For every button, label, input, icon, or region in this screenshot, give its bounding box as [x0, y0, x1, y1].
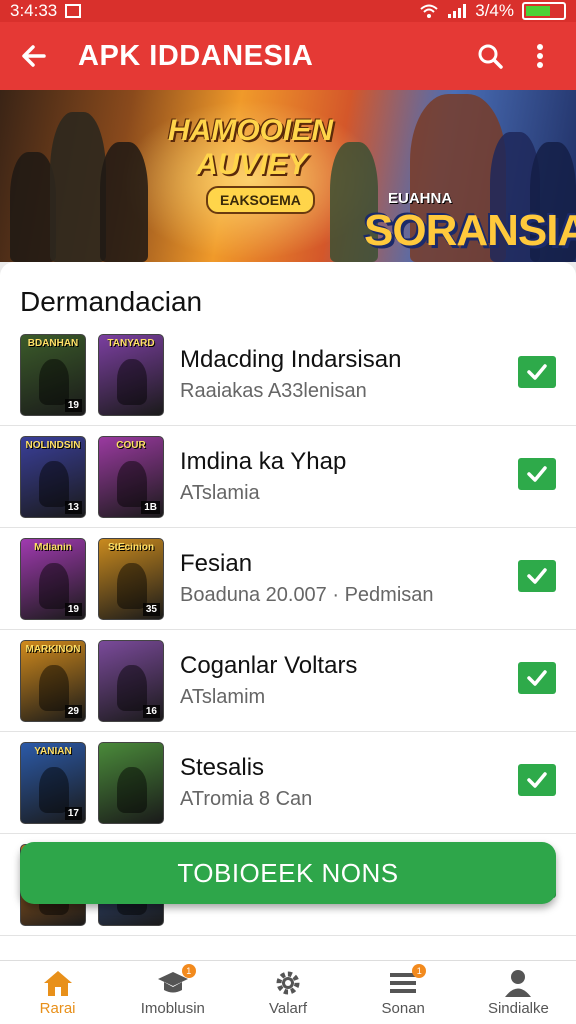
thumbnail-caption: YANIAN [34, 746, 72, 757]
checkbox[interactable] [518, 560, 556, 592]
app-thumbnail: BDANHAN 19 [20, 333, 86, 416]
nav-item-graduation-cap[interactable]: 1 Imoblusin [115, 961, 230, 1024]
list-icon: 1 [386, 964, 427, 998]
list-item[interactable]: NOLINDSIN 13 COUR 1B Imdina ka Yhap ATslamia [0, 426, 576, 528]
person-icon [501, 968, 535, 998]
item-info: Imdina ka Yhap ATslamia [180, 448, 576, 505]
checkbox[interactable] [518, 662, 556, 694]
wifi-icon [420, 4, 438, 18]
item-subtitle: ATslamim [180, 686, 266, 708]
nav-label: Imoblusin [140, 1000, 205, 1017]
item-info: Fesian Boaduna 20.007 · Pedmisan [180, 550, 576, 607]
arrow-left-icon [22, 45, 46, 67]
app-thumbnail [98, 741, 164, 824]
item-info: Mdacding Indarsisan Raaiakas A33lenisan [180, 346, 576, 403]
banner-brand: SORANSIA [364, 206, 576, 255]
checkbox[interactable] [518, 764, 556, 796]
checkbox[interactable] [518, 458, 556, 490]
home-icon [41, 968, 75, 998]
item-name: Imdina ka Yhap [180, 448, 347, 475]
list-item[interactable]: Mdianin 19 StEcinion 35 Fesian Boaduna 20.007… [0, 528, 576, 630]
more-vertical-icon [537, 44, 543, 68]
notification-icon [65, 4, 82, 18]
app-thumbnail: NOLINDSIN 13 [20, 435, 86, 518]
status-time: 3:4:33 [10, 1, 58, 20]
section-title: Dermandacian [20, 286, 203, 317]
list-item[interactable]: BDANHAN 19 TANYARD Mdacding Indarsisan Raaia… [0, 324, 576, 426]
app-thumbnail: COUR 1B [98, 435, 164, 518]
notification-badge: 1 [412, 964, 427, 978]
cta-button[interactable]: TOBIOEEK NONS [20, 842, 556, 904]
item-subtitle: Boaduna 20.007 · Pedmisan [180, 584, 434, 606]
banner-headline: HAMOOIEN [168, 114, 333, 147]
banner-tag: EAKSOEMA [206, 186, 315, 214]
back-button[interactable] [16, 38, 52, 74]
nav-item-gear[interactable]: Valarf [230, 961, 345, 1024]
list-item[interactable]: YANIAN 17 Stesalis ATromia 8 Can [0, 732, 576, 834]
search-button[interactable] [470, 36, 510, 76]
check-icon [527, 772, 547, 788]
item-subtitle: ATromia 8 Can [180, 788, 313, 810]
item-subtitle: ATslamia [180, 482, 260, 504]
thumbnail-number: 19 [64, 602, 82, 616]
list-item[interactable]: MARKINON 29 16 Coganlar Voltars ATslamim [0, 630, 576, 732]
item-name: Mdacding Indarsisan [180, 346, 402, 373]
battery-icon [522, 2, 566, 20]
thumbnail-caption: COUR [116, 440, 146, 451]
app-title: APK IDDANESIA [78, 39, 314, 72]
signal-icon [448, 4, 467, 18]
thumbnail-number: 16 [142, 704, 160, 718]
nav-item-list[interactable]: 1 Sonan [346, 961, 461, 1024]
item-subtitle: Raaiakas A33lenisan [180, 380, 367, 402]
battery-percent: 3/4% [475, 1, 514, 20]
search-icon [478, 44, 503, 69]
app-thumbnail: StEcinion 35 [98, 537, 164, 620]
thumbnail-caption: NOLINDSIN [25, 440, 81, 451]
app-bar: APK IDDANESIA [0, 22, 576, 90]
thumbnail-caption: Mdianin [34, 542, 72, 553]
nav-label: Sindialke [487, 1000, 549, 1017]
app-thumbnail: TANYARD [98, 333, 164, 416]
checkbox[interactable] [518, 356, 556, 388]
item-info: Stesalis ATromia 8 Can [180, 754, 576, 811]
status-bar: 3:4:33 3/4% [0, 0, 576, 22]
check-icon [527, 670, 547, 686]
check-icon [527, 364, 547, 380]
thumbnail-number: 29 [64, 704, 82, 718]
app-thumbnail: 16 [98, 639, 164, 722]
thumbnail-caption: StEcinion [107, 542, 155, 553]
thumbnail-number: 17 [64, 806, 82, 820]
app-thumbnail: Mdianin 19 [20, 537, 86, 620]
graduation-cap-icon: 1 [156, 964, 196, 998]
thumbnail-number: 1B [141, 500, 160, 514]
nav-label: Valarf [268, 1000, 308, 1017]
thumbnail-number: 19 [64, 398, 82, 412]
check-icon [527, 568, 547, 584]
promo-banner[interactable]: HAMOOIEN AUVIEY EAKSOEMA EUAHNA SORANSIA [0, 90, 576, 262]
item-info: Coganlar Voltars ATslamim [180, 652, 576, 709]
app-thumbnail: MARKINON 29 [20, 639, 86, 722]
banner-brand-top: EUAHNA [388, 190, 453, 207]
app-thumbnail: YANIAN 17 [20, 741, 86, 824]
thumbnail-caption: TANYARD [107, 338, 155, 349]
item-name: Fesian [180, 550, 253, 577]
banner-headline-2: AUVIEY [196, 148, 308, 181]
nav-item-person[interactable]: Sindialke [461, 961, 576, 1024]
nav-item-home[interactable]: Rarai [0, 961, 115, 1024]
gear-icon [271, 968, 305, 998]
bottom-nav: Rarai 1 Imoblusin Valarf 1 Sonan Sindialke [0, 960, 576, 1024]
thumbnail-caption: MARKINON [25, 644, 81, 655]
nav-label: Sonan [381, 1000, 425, 1017]
nav-label: Rarai [39, 1000, 76, 1017]
check-icon [527, 466, 547, 482]
item-name: Coganlar Voltars [180, 652, 358, 679]
more-options-button[interactable] [520, 36, 560, 76]
thumbnail-number: 13 [64, 500, 82, 514]
thumbnail-number: 35 [142, 602, 160, 616]
notification-badge: 1 [181, 964, 196, 978]
thumbnail-caption: BDANHAN [27, 338, 79, 349]
item-name: Stesalis [180, 754, 265, 781]
